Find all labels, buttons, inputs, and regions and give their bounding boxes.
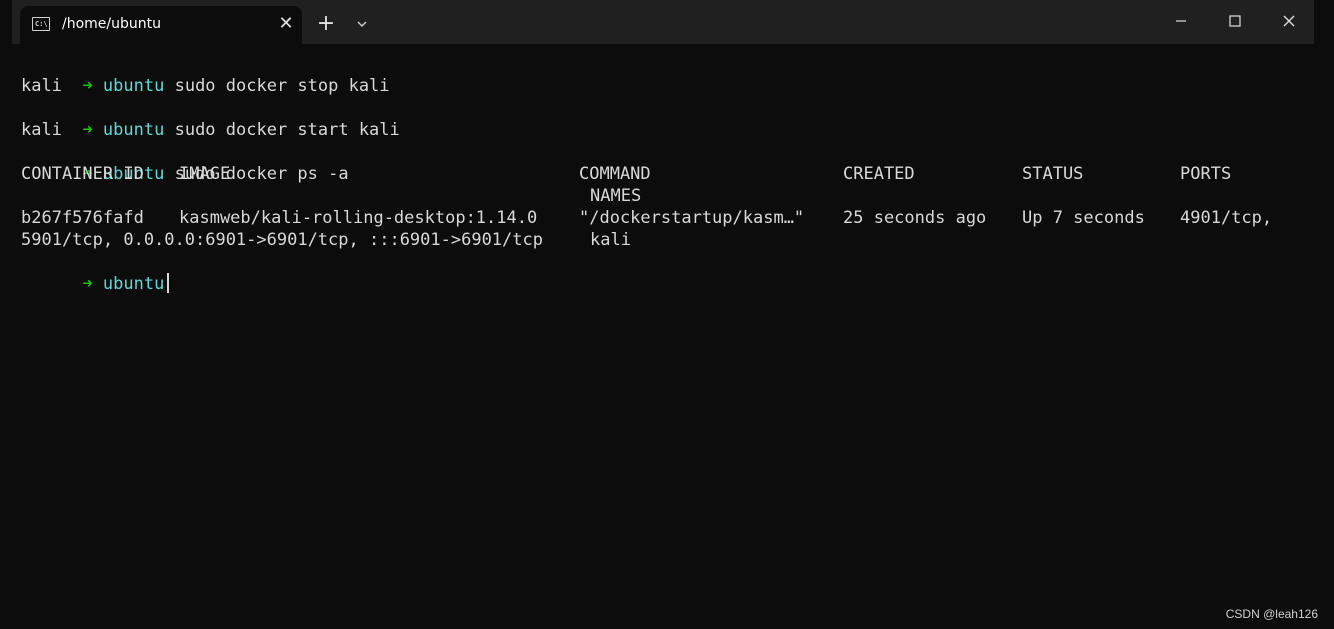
prompt-arrow: ➜ [82, 274, 93, 294]
header-command: COMMAND [579, 164, 651, 184]
header-container-id: CONTAINER ID [21, 164, 144, 184]
close-tab-button[interactable]: ✕ [274, 12, 298, 36]
cell-image: kasmweb/kali-rolling-desktop:1.14.0 [179, 208, 538, 228]
plus-icon: + [316, 11, 336, 36]
title-bar: C:\ /home/ubuntu ✕ + [12, 0, 1314, 44]
tab-dropdown-button[interactable] [352, 14, 372, 34]
header-ports: PORTS [1180, 164, 1232, 184]
prompt-dir: ubuntu [102, 76, 165, 96]
tab-home-ubuntu[interactable]: C:\ /home/ubuntu ✕ [20, 6, 302, 44]
maximize-icon [1229, 14, 1241, 27]
terminal-window: C:\ /home/ubuntu ✕ + ➜ ubuntu sudo docke… [12, 0, 1314, 629]
cell-ports: 4901/tcp, [1180, 208, 1273, 228]
output-line: kali [21, 119, 62, 141]
prompt-dir: ubuntu [102, 120, 165, 140]
watermark: CSDN @leah126 [1225, 607, 1318, 621]
cell-ports-cont: 5901/tcp, 0.0.0.0:6901->6901/tcp, :::690… [21, 230, 543, 250]
terminal-output[interactable]: ➜ ubuntu sudo docker stop kali kali ➜ ub… [12, 44, 1314, 629]
maximize-button[interactable] [1212, 4, 1258, 36]
prompt-line: ➜ ubuntu sudo docker ps -a [21, 141, 348, 184]
prompt-dir: ubuntu [102, 274, 165, 294]
minimize-icon [1176, 19, 1186, 22]
table-row: b267f576fafd kasmweb/kali-rolling-deskto… [21, 207, 1311, 229]
output-text: kali [21, 76, 62, 96]
new-tab-button[interactable]: + [314, 12, 338, 36]
command-text: sudo docker start kali [174, 120, 400, 140]
table-header-row: CONTAINER ID IMAGE COMMAND CREATED STATU… [21, 163, 1311, 185]
output-text: kali [21, 120, 62, 140]
terminal-icon: C:\ [32, 17, 50, 31]
prompt-arrow: ➜ [82, 120, 93, 140]
tab-title: /home/ubuntu [62, 16, 161, 32]
cell-created: 25 seconds ago [843, 208, 987, 228]
cell-names: kali [590, 230, 631, 250]
chevron-down-icon [357, 21, 367, 27]
text-cursor [167, 273, 170, 293]
prompt-line: ➜ ubuntu sudo docker stop kali [21, 53, 389, 96]
cell-container-id: b267f576fafd [21, 208, 144, 228]
header-names: NAMES [590, 186, 642, 206]
cell-command: "/dockerstartup/kasm…" [579, 208, 805, 228]
minimize-button[interactable] [1158, 4, 1204, 36]
prompt-line: ➜ ubuntu sudo docker start kali [21, 97, 399, 140]
close-window-button[interactable] [1266, 4, 1312, 36]
command-text: sudo docker stop kali [174, 76, 390, 96]
header-image: IMAGE [179, 164, 231, 184]
table-row-wrap: 5901/tcp, 0.0.0.0:6901->6901/tcp, :::690… [21, 229, 1311, 251]
header-created: CREATED [843, 164, 915, 184]
close-icon [1283, 15, 1295, 26]
table-header-row-wrap: NAMES [21, 185, 1311, 207]
prompt-arrow: ➜ [82, 76, 93, 96]
current-prompt-line[interactable]: ➜ ubuntu [21, 251, 170, 294]
header-status: STATUS [1022, 164, 1084, 184]
cell-status: Up 7 seconds [1022, 208, 1145, 228]
close-icon: ✕ [278, 13, 294, 34]
output-line: kali [21, 75, 62, 97]
